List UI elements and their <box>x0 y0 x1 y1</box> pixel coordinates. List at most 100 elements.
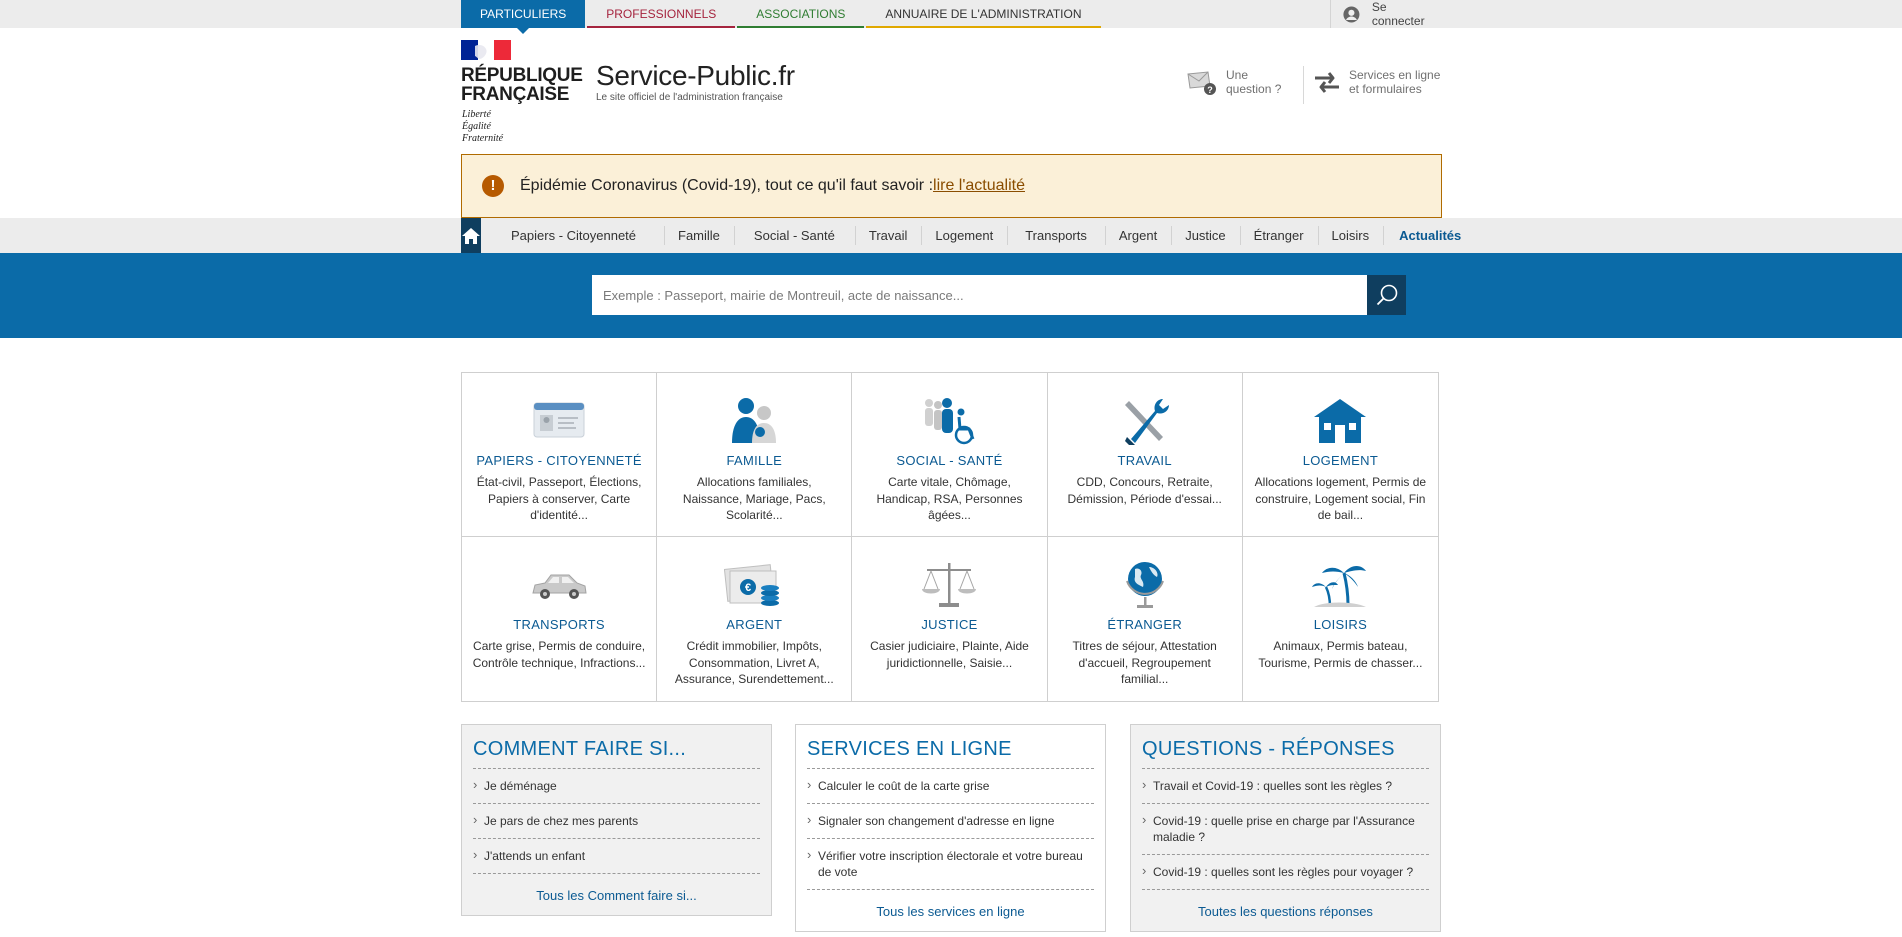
theme-tile[interactable]: SOCIAL - SANTÉ Carte vitale, Chômage, Ha… <box>852 373 1048 537</box>
services-link[interactable]: Services en ligne et formulaires <box>1311 68 1440 96</box>
audience-tabs: PARTICULIERS PROFESSIONNELS ASSOCIATIONS… <box>461 0 1103 34</box>
tab-professionnels[interactable]: PROFESSIONNELS <box>587 0 736 28</box>
user-icon <box>1343 5 1360 23</box>
theme-title: SOCIAL - SANTÉ <box>896 453 1003 468</box>
nav-famille[interactable]: Famille <box>664 218 734 253</box>
block-title: QUESTIONS - RÉPONSES <box>1142 738 1395 760</box>
services-line2: et formulaires <box>1349 82 1422 96</box>
list-item[interactable]: Covid-19 : quelle prise en charge par l'… <box>1142 804 1429 855</box>
rf-line2: FRANÇAISE <box>461 84 570 105</box>
block-services-en-ligne: SERVICES EN LIGNE Calculer le coût de la… <box>795 724 1106 932</box>
question-line2: question ? <box>1226 82 1282 96</box>
search-icon <box>1376 284 1397 306</box>
list-item[interactable]: Je pars de chez mes parents <box>473 804 760 839</box>
motto: Liberté Égalité Fraternité <box>462 109 503 145</box>
nav-papiers[interactable]: Papiers - Citoyenneté <box>481 218 664 253</box>
theme-title: ARGENT <box>726 617 783 632</box>
motto-fraternite: Fraternité <box>462 133 504 144</box>
theme-tile[interactable]: LOGEMENT Allocations logement, Permis de… <box>1242 373 1438 537</box>
list-item[interactable]: Je déménage <box>473 769 760 804</box>
motto-egalite: Égalité <box>462 121 491 132</box>
list-item[interactable]: Signaler son changement d'adresse en lig… <box>807 804 1094 839</box>
list-item[interactable]: Vérifier votre inscription électorale et… <box>807 839 1094 890</box>
block-list: Travail et Covid-19 : quelles sont les r… <box>1142 768 1429 890</box>
theme-tile[interactable]: TRAVAIL CDD, Concours, Retraite, Démissi… <box>1047 373 1243 537</box>
theme-tile[interactable]: € ARGENT Crédit immobilier, Impôts, Cons… <box>657 537 853 701</box>
alert-link[interactable]: lire l'actualité <box>933 177 1025 195</box>
home-icon <box>462 227 480 244</box>
search-input[interactable] <box>592 275 1367 315</box>
motto-liberte: Liberté <box>462 109 491 120</box>
theme-tile[interactable]: FAMILLE Allocations familiales, Naissanc… <box>657 373 853 537</box>
svg-text:€: € <box>745 582 751 594</box>
nav-etranger[interactable]: Étranger <box>1239 218 1318 253</box>
site-title[interactable]: Service-Public.fr <box>596 60 795 92</box>
alert-text: Épidémie Coronavirus (Covid-19), tout ce… <box>520 177 934 194</box>
login-label: Se connecter <box>1371 0 1425 28</box>
nav-transports[interactable]: Transports <box>1007 218 1105 253</box>
scales-icon <box>922 563 977 607</box>
question-link[interactable]: ? Une question ? <box>1186 68 1281 96</box>
nav-social-sante[interactable]: Social - Santé <box>733 218 855 253</box>
envelope-question-icon: ? <box>1187 71 1216 95</box>
rf-line1: RÉPUBLIQUE <box>461 65 583 86</box>
list-item[interactable]: Travail et Covid-19 : quelles sont les r… <box>1142 769 1429 804</box>
nav-loisirs[interactable]: Loisirs <box>1317 218 1384 253</box>
site-subtitle: Le site officiel de l'administration fra… <box>596 92 783 103</box>
theme-desc: Carte grise, Permis de conduire, Contrôl… <box>472 639 646 670</box>
block-title: COMMENT FAIRE SI... <box>473 738 687 760</box>
theme-desc: CDD, Concours, Retraite, Démission, Péri… <box>1067 475 1222 506</box>
nav-justice[interactable]: Justice <box>1171 218 1239 253</box>
nav-logement[interactable]: Logement <box>921 218 1007 253</box>
tools-icon <box>1124 399 1169 445</box>
theme-desc: Crédit immobilier, Impôts, Consommation,… <box>674 639 834 686</box>
theme-title: FAMILLE <box>726 453 783 468</box>
theme-tile[interactable]: ÉTRANGER Titres de séjour, Attestation d… <box>1048 537 1243 701</box>
theme-desc: Allocations familiales, Naissance, Maria… <box>682 475 826 522</box>
theme-title: LOGEMENT <box>1302 453 1379 468</box>
id-card-icon <box>533 402 585 438</box>
theme-desc: Animaux, Permis bateau, Tourisme, Permis… <box>1258 639 1423 670</box>
block-more-link[interactable]: Tous les services en ligne <box>807 890 1094 931</box>
family-icon <box>732 398 777 443</box>
car-icon <box>532 574 587 599</box>
list-item[interactable]: Calculer le coût de la carte grise <box>807 769 1094 804</box>
covid-alert: ! Épidémie Coronavirus (Covid-19), tout … <box>461 154 1442 218</box>
services-line1: Services en ligne <box>1349 68 1441 82</box>
theme-desc: Carte vitale, Chômage, Handicap, RSA, Pe… <box>876 475 1023 522</box>
home-button[interactable] <box>461 218 481 253</box>
theme-tile[interactable]: JUSTICE Casier judiciaire, Plainte, Aide… <box>852 537 1048 701</box>
theme-desc: Allocations logement, Permis de construi… <box>1254 475 1427 522</box>
exchange-arrows-icon <box>1315 72 1339 93</box>
nav-argent[interactable]: Argent <box>1104 218 1171 253</box>
marianne-flag-icon <box>461 40 511 60</box>
theme-tile[interactable]: PAPIERS - CITOYENNETÉ État-civil, Passep… <box>462 373 658 537</box>
theme-title: TRAVAIL <box>1117 453 1172 468</box>
tab-annuaire[interactable]: ANNUAIRE DE L'ADMINISTRATION <box>866 0 1101 28</box>
login-button[interactable]: Se connecter <box>1330 0 1442 28</box>
nav-actualites[interactable]: Actualités <box>1383 218 1477 253</box>
theme-tile[interactable]: LOISIRS Animaux, Permis bateau, Tourisme… <box>1243 537 1438 701</box>
block-more-link[interactable]: Tous les Comment faire si... <box>473 874 760 915</box>
palm-tree-icon <box>1312 566 1367 608</box>
list-item[interactable]: Covid-19 : quelles sont les règles pour … <box>1142 855 1429 890</box>
tab-associations[interactable]: ASSOCIATIONS <box>737 0 865 28</box>
main-nav: Papiers - Citoyenneté Famille Social - S… <box>461 218 1461 253</box>
theme-title: JUSTICE <box>921 617 978 632</box>
themes-grid: PAPIERS - CITOYENNETÉ État-civil, Passep… <box>461 372 1439 702</box>
theme-tile[interactable]: TRANSPORTS Carte grise, Permis de condui… <box>462 537 658 701</box>
theme-desc: État-civil, Passeport, Élections, Papier… <box>476 475 642 522</box>
block-list: Calculer le coût de la carte grise Signa… <box>807 768 1094 890</box>
search-button[interactable] <box>1367 275 1406 315</box>
theme-title: PAPIERS - CITOYENNETÉ <box>476 453 642 468</box>
header-divider <box>1303 66 1304 104</box>
nav-travail[interactable]: Travail <box>854 218 922 253</box>
theme-desc: Casier judiciaire, Plainte, Aide juridic… <box>870 639 1029 670</box>
theme-title: ÉTRANGER <box>1107 617 1183 632</box>
theme-title: LOISIRS <box>1313 617 1368 632</box>
list-item[interactable]: J'attends un enfant <box>473 839 760 874</box>
block-more-link[interactable]: Toutes les questions réponses <box>1142 890 1429 931</box>
theme-desc: Titres de séjour, Attestation d'accueil,… <box>1072 639 1217 686</box>
globe-icon <box>1125 562 1164 608</box>
tab-particuliers[interactable]: PARTICULIERS <box>461 0 586 34</box>
